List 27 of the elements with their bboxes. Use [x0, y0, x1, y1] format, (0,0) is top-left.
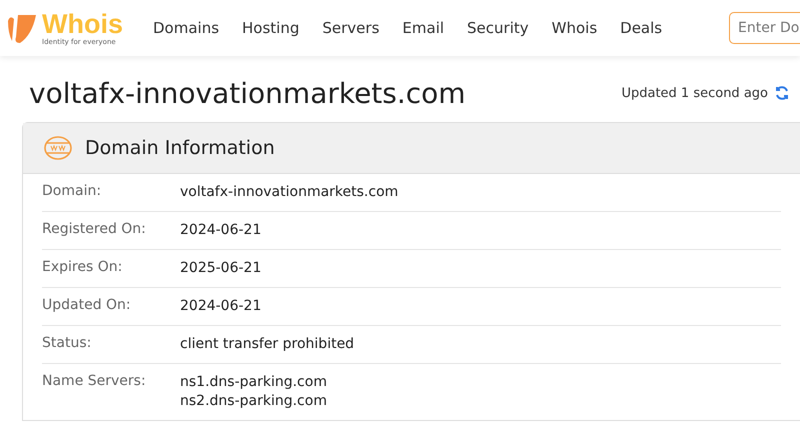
nav-link[interactable]: Whois	[552, 19, 598, 37]
logo-name: Whois	[42, 10, 123, 38]
field-label: Domain:	[42, 183, 102, 201]
nav-link[interactable]: Deals	[620, 19, 662, 37]
field-value: client transfer prohibited	[180, 335, 354, 354]
field-label: Name Servers:	[42, 373, 147, 391]
field-value: 2024-06-21	[180, 297, 262, 316]
field-value: 2025-06-21	[180, 259, 262, 278]
updated-text: Updated 1 second ago	[621, 86, 768, 100]
www-globe-icon	[43, 136, 73, 160]
field-label: Updated On:	[42, 297, 132, 315]
nav-link[interactable]: Email	[402, 19, 444, 37]
nav-link[interactable]: Domains	[153, 19, 220, 37]
card-title: Domain Information	[85, 137, 275, 159]
field-value: 2024-06-21	[180, 221, 262, 240]
nav-link[interactable]: Hosting	[242, 19, 300, 37]
field-label: Registered On:	[42, 221, 147, 239]
field-value: ns2.dns-parking.com	[180, 392, 327, 411]
nav-link[interactable]: Security	[467, 19, 529, 37]
field-label: Status:	[42, 335, 92, 353]
field-value: voltafx-innovationmarkets.com	[180, 183, 398, 202]
search-field[interactable]: Enter Do	[729, 12, 800, 44]
nav-link[interactable]: Servers	[322, 19, 380, 37]
refresh-icon[interactable]	[774, 85, 790, 101]
field-value: ns1.dns-parking.com	[180, 373, 327, 392]
page-title: voltafx-innovationmarkets.com	[29, 76, 466, 110]
field-label: Expires On:	[42, 259, 124, 277]
